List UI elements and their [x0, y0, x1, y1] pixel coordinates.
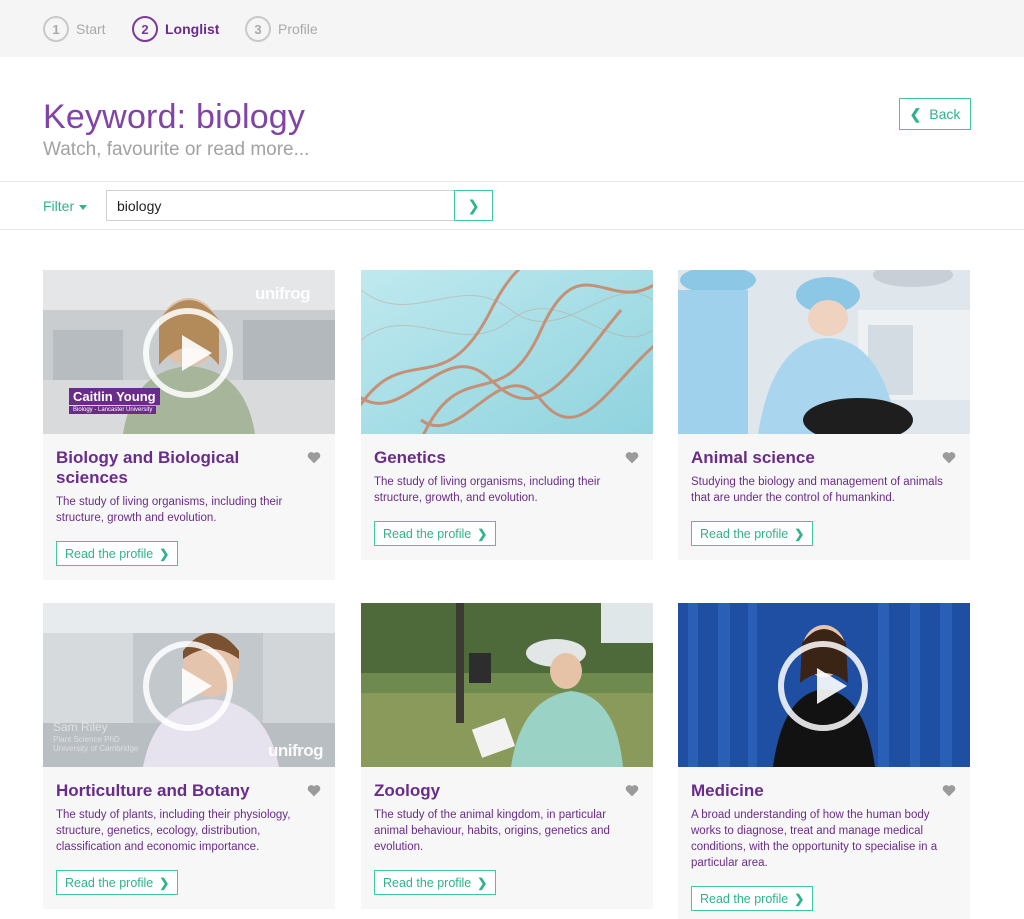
step-label: Start: [76, 21, 106, 37]
heart-icon[interactable]: [942, 451, 956, 464]
thumbnail-image: [678, 270, 970, 434]
play-icon[interactable]: [143, 308, 233, 398]
card-body: Zoology The study of the animal kingdom,…: [361, 767, 653, 909]
back-button[interactable]: ❮ Back: [899, 98, 971, 130]
play-icon[interactable]: [143, 641, 233, 731]
read-profile-button[interactable]: Read the profile ❯: [691, 886, 814, 911]
card-medicine: Medicine A broad understanding of how th…: [678, 603, 970, 919]
card-title: Horticulture and Botany: [56, 781, 250, 800]
chevron-right-icon: ❯: [794, 526, 805, 541]
search-submit-button[interactable]: ❯: [454, 190, 493, 221]
card-description: The study of living organisms, including…: [374, 476, 601, 504]
read-profile-label: Read the profile: [383, 875, 472, 890]
card-body: Biology and Biological sciences The stud…: [43, 434, 335, 580]
step-longlist[interactable]: 2 Longlist: [132, 16, 219, 42]
chevron-right-icon: ❯: [159, 875, 170, 890]
card-body: Genetics The study of living organisms, …: [361, 434, 653, 560]
unifrog-logo: unifrog: [255, 284, 311, 303]
video-thumbnail[interactable]: unifrog Caitlin Young Biology - Lancaste…: [43, 270, 335, 434]
chevron-left-icon: ❮: [909, 105, 922, 122]
speaker-affiliation: Plant Science PhD University of Cambridg…: [53, 735, 139, 753]
chevron-right-icon: ❯: [794, 891, 805, 906]
card-description: The study of living organisms, including…: [56, 496, 283, 524]
chevron-right-icon: ❯: [467, 197, 480, 215]
speaker-affiliation: Biology - Lancaster University: [69, 406, 157, 414]
page-title: Keyword: biology: [43, 98, 306, 136]
step-label: Longlist: [165, 21, 220, 37]
step-profile[interactable]: 3 Profile: [245, 16, 318, 42]
heart-icon[interactable]: [625, 451, 639, 464]
heart-icon[interactable]: [625, 784, 639, 797]
thumbnail-image: [361, 603, 653, 767]
dna-helix-image: [361, 270, 653, 434]
heart-icon[interactable]: [307, 784, 321, 797]
read-profile-label: Read the profile: [383, 526, 472, 541]
read-profile-button[interactable]: Read the profile ❯: [374, 870, 497, 895]
read-profile-button[interactable]: Read the profile ❯: [56, 870, 179, 895]
read-profile-button[interactable]: Read the profile ❯: [374, 521, 497, 546]
card-title: Biology and Biological sciences: [56, 448, 240, 487]
speaker-name: Caitlin Young: [69, 388, 160, 405]
filter-dropdown[interactable]: Filter: [43, 198, 88, 214]
card-body: Medicine A broad understanding of how th…: [678, 767, 970, 919]
progress-steps: 1 Start 2 Longlist 3 Profile: [0, 0, 1024, 57]
thumbnail-image: [361, 270, 653, 434]
video-thumbnail[interactable]: Sam Riley Plant Science PhD University o…: [43, 603, 335, 767]
step-number: 3: [245, 16, 271, 42]
filter-label: Filter: [43, 198, 75, 214]
card-description: The study of the animal kingdom, in part…: [374, 809, 610, 853]
chevron-right-icon: ❯: [159, 546, 170, 561]
page-subtitle: Watch, favourite or read more...: [43, 139, 310, 160]
card-description: A broad understanding of how the human b…: [691, 809, 938, 869]
play-icon[interactable]: [778, 641, 868, 731]
heart-icon[interactable]: [942, 784, 956, 797]
card-description: The study of plants, including their phy…: [56, 809, 291, 853]
filter-bar: Filter ❯: [0, 181, 1024, 230]
chevron-right-icon: ❯: [477, 526, 488, 541]
card-zoology: Zoology The study of the animal kingdom,…: [361, 603, 653, 909]
card-horticulture: Sam Riley Plant Science PhD University o…: [43, 603, 335, 909]
step-label: Profile: [278, 21, 318, 37]
card-genetics: Genetics The study of living organisms, …: [361, 270, 653, 560]
field-research-image: [361, 603, 653, 767]
card-title: Genetics: [374, 448, 446, 467]
video-thumbnail[interactable]: [678, 603, 970, 767]
caret-down-icon: [79, 204, 88, 210]
search-input[interactable]: [106, 190, 454, 221]
card-animal-science: Animal science Studying the biology and …: [678, 270, 970, 560]
card-title: Animal science: [691, 448, 815, 467]
card-description: Studying the biology and management of a…: [691, 476, 943, 504]
unifrog-logo: unifrog: [268, 741, 324, 760]
read-profile-button[interactable]: Read the profile ❯: [56, 541, 179, 566]
card-title: Medicine: [691, 781, 764, 800]
read-profile-label: Read the profile: [65, 546, 154, 561]
speaker-name: Sam Riley: [53, 720, 108, 734]
card-biology: unifrog Caitlin Young Biology - Lancaste…: [43, 270, 335, 580]
card-body: Animal science Studying the biology and …: [678, 434, 970, 560]
card-title: Zoology: [374, 781, 441, 800]
step-start[interactable]: 1 Start: [43, 16, 106, 42]
step-number: 2: [132, 16, 158, 42]
heart-icon[interactable]: [307, 451, 321, 464]
chevron-right-icon: ❯: [477, 875, 488, 890]
card-body: Horticulture and Botany The study of pla…: [43, 767, 335, 909]
back-button-label: Back: [929, 106, 961, 122]
read-profile-label: Read the profile: [700, 891, 789, 906]
read-profile-label: Read the profile: [65, 875, 154, 890]
read-profile-button[interactable]: Read the profile ❯: [691, 521, 814, 546]
read-profile-label: Read the profile: [700, 526, 789, 541]
surgery-image: [678, 270, 970, 434]
step-number: 1: [43, 16, 69, 42]
